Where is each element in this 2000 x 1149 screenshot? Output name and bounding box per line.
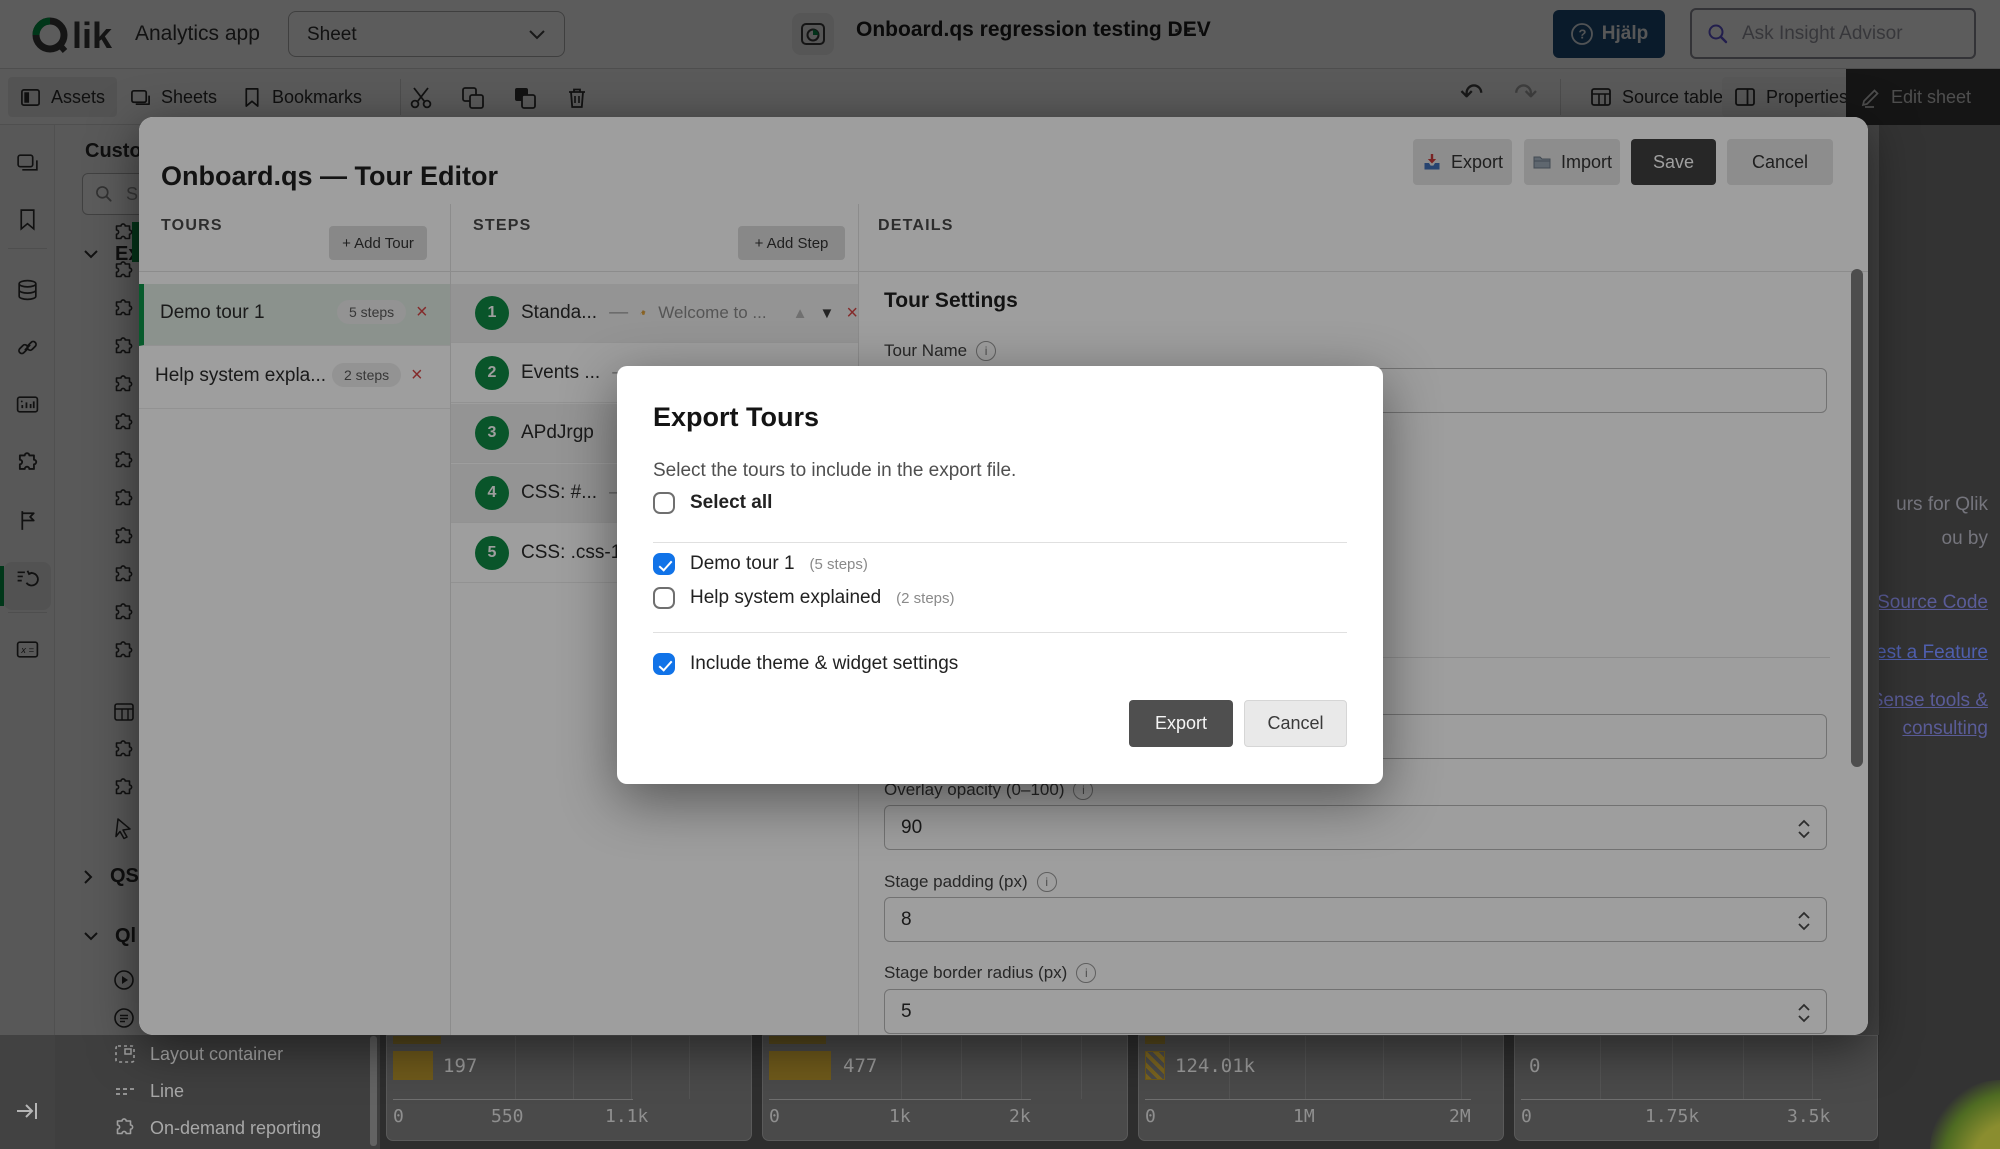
- source-code-link[interactable]: & Source Code: [1879, 592, 1988, 614]
- dialog-title: Export Tours: [653, 402, 819, 433]
- panel-bottom-items: Layout container Line On-demand reportin…: [55, 1035, 380, 1149]
- list-item-layout-container[interactable]: Layout container: [113, 1042, 283, 1066]
- puzzle-icon: [113, 1116, 137, 1140]
- demo-tour-checkbox[interactable]: [653, 553, 675, 575]
- select-all-label: Select all: [690, 492, 772, 514]
- tour-option-count: (2 steps): [896, 590, 954, 607]
- include-settings-checkbox[interactable]: [653, 653, 675, 675]
- layout-container-icon: [113, 1042, 137, 1066]
- screen: lik Analytics app Sheet Onboard.qs regre…: [0, 0, 2000, 1149]
- kpi-chart-3[interactable]: 124.01k 0 1M 2M: [1138, 1035, 1504, 1141]
- consulting-link[interactable]: Sense tools &: [1879, 690, 1988, 712]
- bar-segment: [393, 1036, 441, 1044]
- list-item-label: On-demand reporting: [150, 1118, 321, 1139]
- bar-value-label: 197: [443, 1055, 477, 1077]
- tick-label: 2k: [1009, 1106, 1031, 1127]
- dialog-description: Select the tours to include in the expor…: [653, 460, 1016, 482]
- bar-segment: [769, 1036, 826, 1044]
- line-icon: [113, 1079, 137, 1103]
- bar-segment: [1145, 1036, 1165, 1044]
- dialog-cancel-button[interactable]: Cancel: [1244, 700, 1347, 747]
- x-axis: [1145, 1099, 1471, 1100]
- include-settings-row[interactable]: Include theme & widget settings: [653, 653, 958, 675]
- consulting-link-2[interactable]: consulting: [1902, 718, 1988, 740]
- tick-label: 0: [1145, 1106, 1156, 1127]
- bar: [769, 1051, 831, 1080]
- list-item-label: Layout container: [150, 1044, 283, 1065]
- bar: [393, 1051, 433, 1080]
- x-axis: [393, 1099, 633, 1100]
- charts-strip: 197 0 550 1.1k 477 0 1k 2k 124.01k 0 1M …: [380, 1035, 1879, 1149]
- tour-option-label: Demo tour 1: [690, 553, 795, 575]
- panel-scrollbar[interactable]: [370, 1036, 377, 1146]
- x-axis: [1521, 1099, 1821, 1100]
- export-tours-dialog: Export Tours Select the tours to include…: [617, 366, 1383, 784]
- tick-label: 1.1k: [605, 1106, 648, 1127]
- kpi-chart-4[interactable]: 0 0 1.75k 3.5k: [1514, 1035, 1878, 1141]
- background-text: urs for Qlik: [1896, 494, 1988, 516]
- include-settings-label: Include theme & widget settings: [690, 653, 958, 675]
- background-text: ou by: [1942, 528, 1988, 550]
- tick-label: 2M: [1449, 1106, 1471, 1127]
- tick-label: 3.5k: [1787, 1106, 1830, 1127]
- kpi-chart-2[interactable]: 477 0 1k 2k: [762, 1035, 1128, 1141]
- tour-option-label: Help system explained: [690, 587, 881, 609]
- background-links-panel: urs for Qlik ou by & Source Code uest a …: [1879, 125, 2000, 1149]
- tick-label: 0: [1521, 1106, 1532, 1127]
- list-item-label: Line: [150, 1081, 184, 1102]
- collapse-panel-icon[interactable]: [14, 1098, 40, 1124]
- tour-checkbox-row-help[interactable]: Help system explained (2 steps): [653, 587, 955, 609]
- bar: [1145, 1051, 1165, 1080]
- select-all-checkbox[interactable]: [653, 492, 675, 514]
- tick-label: 550: [491, 1106, 524, 1127]
- kpi-chart-1[interactable]: 197 0 550 1.1k: [386, 1035, 752, 1141]
- tick-label: 1.75k: [1645, 1106, 1699, 1127]
- rail-bottom: [0, 1035, 55, 1149]
- tour-option-count: (5 steps): [810, 556, 868, 573]
- list-item-line[interactable]: Line: [113, 1079, 184, 1103]
- list-item-on-demand-reporting[interactable]: On-demand reporting: [113, 1116, 321, 1140]
- request-feature-link[interactable]: uest a Feature: [1879, 642, 1988, 664]
- tick-label: 1M: [1293, 1106, 1315, 1127]
- dialog-export-button[interactable]: Export: [1129, 700, 1233, 747]
- tick-label: 0: [769, 1106, 780, 1127]
- bar-value-label: 0: [1529, 1055, 1540, 1077]
- bar-value-label: 124.01k: [1175, 1055, 1255, 1077]
- tick-label: 1k: [889, 1106, 911, 1127]
- x-axis: [769, 1099, 1031, 1100]
- tour-checkbox-row-demo[interactable]: Demo tour 1 (5 steps): [653, 553, 868, 575]
- help-tour-checkbox[interactable]: [653, 587, 675, 609]
- tick-label: 0: [393, 1106, 404, 1127]
- bar-value-label: 477: [843, 1055, 877, 1077]
- select-all-row[interactable]: Select all: [653, 492, 772, 514]
